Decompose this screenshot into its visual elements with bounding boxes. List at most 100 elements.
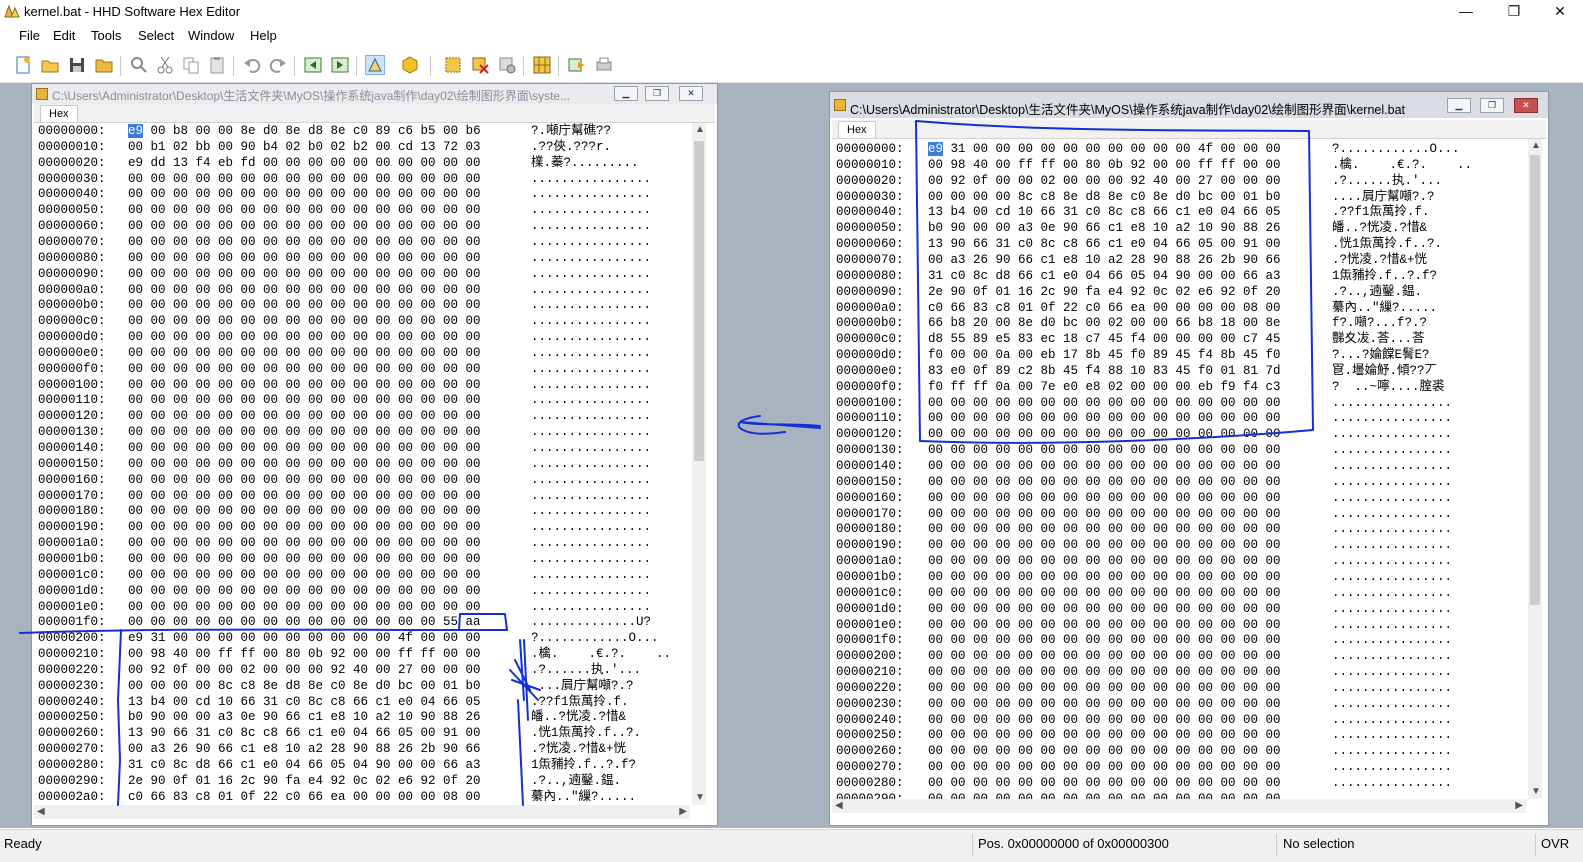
cut-icon[interactable] (155, 55, 175, 75)
hex-row[interactable]: 00000100: 00 00 00 00 00 00 00 00 00 00 0… (34, 377, 691, 393)
hex-row[interactable]: 00000270: 00 a3 26 90 66 c1 e8 10 a2 28 9… (34, 741, 691, 757)
row-bytes[interactable]: 66 b8 20 00 8e d0 bc 00 02 00 00 66 b8 1… (928, 315, 1281, 331)
row-ascii[interactable]: ................ (1332, 680, 1452, 696)
row-bytes[interactable]: 13 90 66 31 c0 8c c8 66 c1 e0 04 66 05 0… (928, 236, 1281, 252)
undo-icon[interactable] (242, 55, 262, 75)
row-bytes[interactable]: 00 92 0f 00 00 02 00 00 00 92 40 00 27 0… (128, 662, 481, 678)
clear-selection-icon[interactable] (470, 55, 490, 75)
cursor-byte[interactable]: e9 (928, 142, 944, 156)
left-minimize-button[interactable]: ▁ (614, 86, 638, 101)
hex-row[interactable]: 00000250: 00 00 00 00 00 00 00 00 00 00 0… (832, 727, 1525, 743)
hex-row[interactable]: 00000030: 00 00 00 00 00 00 00 00 00 00 0… (34, 171, 691, 187)
row-bytes[interactable]: 00 00 00 00 00 00 00 00 00 00 00 00 00 0… (928, 458, 1281, 474)
row-bytes[interactable]: 00 00 00 00 00 00 00 00 00 00 00 00 00 0… (928, 743, 1281, 759)
row-bytes[interactable]: 00 00 00 00 00 00 00 00 00 00 00 00 00 0… (928, 395, 1281, 411)
hex-row[interactable]: 00000210: 00 00 00 00 00 00 00 00 00 00 0… (832, 664, 1525, 680)
hex-row[interactable]: 000001d0: 00 00 00 00 00 00 00 00 00 00 0… (832, 601, 1525, 617)
row-ascii[interactable]: .??f1缹萬拎.f. (531, 694, 629, 710)
row-ascii[interactable]: ................ (531, 329, 651, 345)
minimize-button[interactable]: — (1443, 0, 1489, 24)
right-minimize-button[interactable]: ▁ (1447, 98, 1471, 113)
left-vertical-scrollbar[interactable]: ▲ ▼ (692, 123, 706, 805)
row-ascii[interactable]: ................ (1332, 553, 1452, 569)
row-bytes[interactable]: 00 00 00 00 00 00 00 00 00 00 00 00 00 0… (128, 218, 481, 234)
open-file-icon[interactable] (40, 55, 60, 75)
paste-icon[interactable] (207, 55, 227, 75)
hex-row[interactable]: 000000c0: d8 55 89 e5 83 ec 18 c7 45 f4 0… (832, 331, 1525, 347)
hex-row[interactable]: 00000060: 00 00 00 00 00 00 00 00 00 00 0… (34, 218, 691, 234)
hex-row[interactable]: 000000f0: 00 00 00 00 00 00 00 00 00 00 0… (34, 361, 691, 377)
right-hex-window[interactable]: C:\Users\Administrator\Desktop\生活文件夹\MyO… (829, 91, 1549, 826)
row-ascii[interactable]: .恍1缹萬拎.f..?. (531, 725, 641, 741)
hex-row[interactable]: 00000170: 00 00 00 00 00 00 00 00 00 00 0… (34, 488, 691, 504)
row-bytes[interactable]: b0 90 00 00 a3 0e 90 66 c1 e8 10 a2 10 9… (128, 709, 481, 725)
hex-row[interactable]: 00000020: 00 92 0f 00 00 02 00 00 00 92 4… (832, 173, 1525, 189)
hex-row[interactable]: 00000230: 00 00 00 00 8c c8 8e d8 8e c0 8… (34, 678, 691, 694)
row-ascii[interactable]: ................ (1332, 791, 1452, 799)
hex-row[interactable]: 000000f0: f0 ff ff 0a 00 7e e0 e8 02 00 0… (832, 379, 1525, 395)
hex-row[interactable]: 00000220: 00 92 0f 00 00 02 00 00 00 92 4… (34, 662, 691, 678)
row-bytes[interactable]: 00 98 40 00 ff ff 00 80 0b 92 00 00 ff f… (928, 157, 1281, 173)
row-bytes[interactable]: 31 c0 8c d8 66 c1 e0 04 66 05 04 90 00 0… (128, 757, 481, 773)
row-bytes[interactable]: 00 00 00 00 00 00 00 00 00 00 00 00 00 0… (928, 680, 1281, 696)
left-close-button[interactable]: ✕ (679, 86, 703, 101)
hex-row[interactable]: 00000050: b0 90 00 00 a3 0e 90 66 c1 e8 1… (832, 220, 1525, 236)
row-bytes[interactable]: 2e 90 0f 01 16 2c 90 fa e4 92 0c 02 e6 9… (928, 284, 1281, 300)
row-bytes[interactable]: d8 55 89 e5 83 ec 18 c7 45 f4 00 00 00 0… (928, 331, 1281, 347)
row-ascii[interactable]: 繤內.."繅?..... (1332, 300, 1437, 316)
row-ascii[interactable]: ................ (531, 440, 651, 456)
row-ascii[interactable]: ?............O... (531, 630, 659, 646)
menu-select[interactable]: Select (138, 28, 174, 43)
hex-row[interactable]: 00000270: 00 00 00 00 00 00 00 00 00 00 0… (832, 759, 1525, 775)
scroll-up-icon[interactable]: ▲ (695, 124, 705, 135)
hex-row[interactable]: 00000280: 00 00 00 00 00 00 00 00 00 00 0… (832, 775, 1525, 791)
row-ascii[interactable]: ................ (531, 567, 651, 583)
highlight-icon[interactable] (365, 55, 385, 75)
row-ascii[interactable]: ..............U? (531, 614, 651, 630)
row-bytes[interactable]: 00 00 00 00 00 00 00 00 00 00 00 00 00 0… (928, 617, 1281, 633)
right-vertical-scrollbar[interactable]: ▲ ▼ (1528, 139, 1542, 799)
hex-row[interactable]: 00000110: 00 00 00 00 00 00 00 00 00 00 0… (832, 410, 1525, 426)
row-bytes[interactable]: 00 00 00 00 00 00 00 00 00 00 00 00 00 0… (128, 392, 481, 408)
row-ascii[interactable]: .?......执.'... (531, 662, 641, 678)
row-ascii[interactable]: ................ (531, 456, 651, 472)
hex-row[interactable]: 00000060: 13 90 66 31 c0 8c c8 66 c1 e0 0… (832, 236, 1525, 252)
row-bytes[interactable]: 13 90 66 31 c0 8c c8 66 c1 e0 04 66 05 0… (128, 725, 481, 741)
row-ascii[interactable]: ................ (531, 186, 651, 202)
row-bytes[interactable]: 00 00 00 00 00 00 00 00 00 00 00 00 00 0… (128, 440, 481, 456)
hex-shape-icon[interactable] (400, 55, 420, 75)
row-bytes[interactable]: 00 00 00 00 00 00 00 00 00 00 00 00 00 0… (128, 503, 481, 519)
hex-row[interactable]: 00000080: 00 00 00 00 00 00 00 00 00 00 0… (34, 250, 691, 266)
copy-icon[interactable] (181, 55, 201, 75)
row-ascii[interactable]: ................ (1332, 696, 1452, 712)
row-ascii[interactable]: .?恍凌.?惜&+恍 (531, 741, 626, 757)
hex-row[interactable]: 000000b0: 00 00 00 00 00 00 00 00 00 00 0… (34, 297, 691, 313)
row-bytes[interactable]: 00 00 00 00 00 00 00 00 00 00 00 00 00 0… (928, 474, 1281, 490)
row-bytes[interactable]: 00 a3 26 90 66 c1 e8 10 a2 28 90 88 26 2… (928, 252, 1281, 268)
row-ascii[interactable]: 豒夊冹.荅...荅 (1332, 331, 1425, 347)
hex-row[interactable]: 000001b0: 00 00 00 00 00 00 00 00 00 00 0… (832, 569, 1525, 585)
row-bytes[interactable]: 00 00 00 00 00 00 00 00 00 00 00 00 00 0… (128, 535, 481, 551)
row-ascii[interactable]: .恍1缹萬拎.f..?. (1332, 236, 1442, 252)
row-ascii[interactable]: ................ (1332, 506, 1452, 522)
hex-row[interactable]: 00000140: 00 00 00 00 00 00 00 00 00 00 0… (34, 440, 691, 456)
row-bytes[interactable]: 00 00 00 00 00 00 00 00 00 00 00 00 00 0… (128, 329, 481, 345)
save-icon[interactable] (67, 55, 87, 75)
row-ascii[interactable]: ................ (1332, 569, 1452, 585)
row-ascii[interactable]: ................ (531, 297, 651, 313)
row-ascii[interactable]: ................ (1332, 474, 1452, 490)
row-bytes[interactable]: 00 00 00 00 00 00 00 00 00 00 00 00 00 0… (928, 426, 1281, 442)
row-ascii[interactable]: ................ (1332, 617, 1452, 633)
new-file-icon[interactable] (13, 55, 33, 75)
left-hex-window[interactable]: C:\Users\Administrator\Desktop\生活文件夹\MyO… (31, 83, 718, 826)
row-ascii[interactable]: 1缹豧拎.f..?.f? (531, 757, 636, 773)
row-bytes[interactable]: 00 00 00 00 00 00 00 00 00 00 00 00 00 0… (928, 490, 1281, 506)
row-bytes[interactable]: 00 00 00 00 00 00 00 00 00 00 00 00 00 0… (128, 408, 481, 424)
row-ascii[interactable]: ................ (531, 519, 651, 535)
row-ascii[interactable]: 檏.蓁?......... (531, 155, 639, 171)
hex-row[interactable]: 000000d0: f0 00 00 0a 00 eb 17 8b 45 f0 8… (832, 347, 1525, 363)
row-ascii[interactable]: ................ (1332, 426, 1452, 442)
row-ascii[interactable]: ................ (531, 313, 651, 329)
row-bytes[interactable]: c0 66 83 c8 01 0f 22 c0 66 ea 00 00 00 0… (928, 300, 1281, 316)
hex-row[interactable]: 000001f0: 00 00 00 00 00 00 00 00 00 00 0… (832, 632, 1525, 648)
